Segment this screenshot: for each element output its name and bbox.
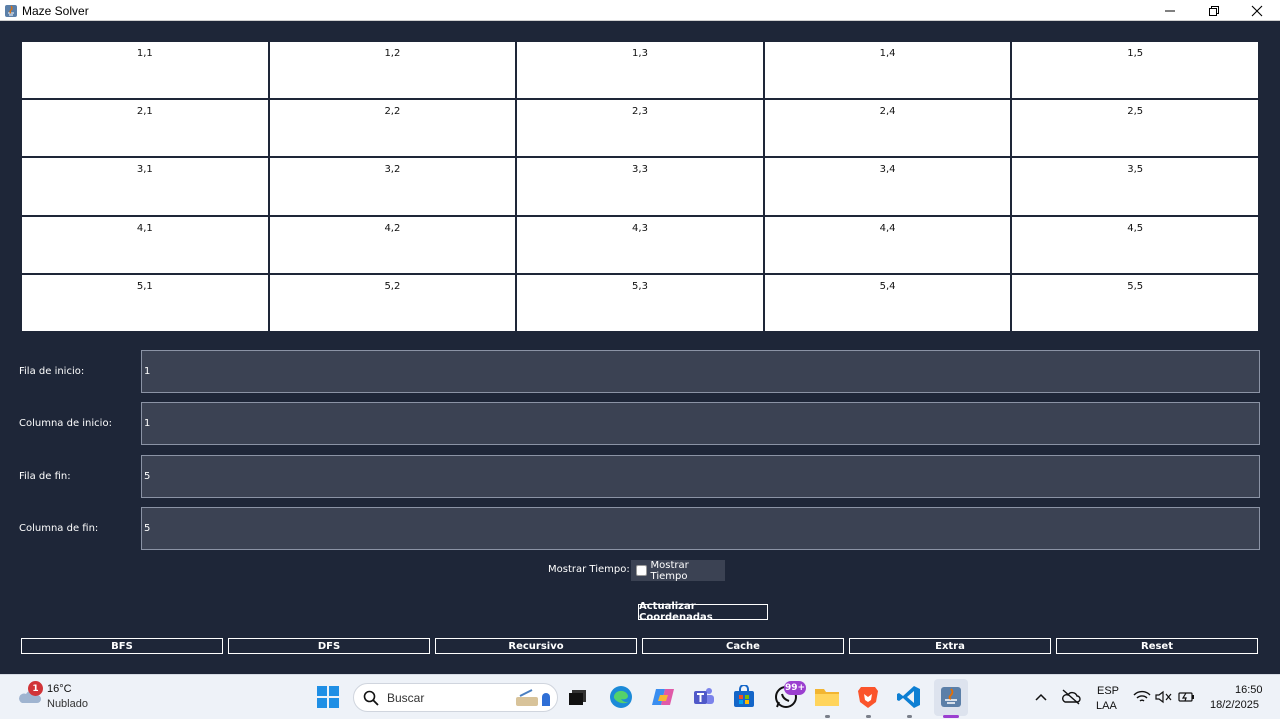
close-button[interactable]	[1235, 0, 1279, 21]
maze-cell[interactable]: 3,3	[517, 158, 763, 215]
maze-cell[interactable]: 2,2	[269, 100, 516, 157]
maze-cell[interactable]: 5,4	[764, 274, 1011, 331]
cache-button[interactable]: Cache	[642, 638, 844, 654]
end-row-row: Fila de fin:	[0, 455, 1280, 499]
show-time-checkbox[interactable]: Mostrar Tiempo	[631, 559, 725, 582]
language-code[interactable]: ESP	[1097, 685, 1119, 697]
maze-cell[interactable]: 4,5	[1012, 216, 1258, 273]
maze-cell[interactable]: 2,3	[517, 100, 763, 157]
show-hidden-icons-chevron-icon[interactable]	[1028, 684, 1054, 710]
maze-grid: 1,1 1,2 1,3 1,4 1,5 2,1 2,2 2,3 2,4 2,5 3,1 3,2 3,3 3…	[21, 41, 1259, 332]
copilot-icon[interactable]	[650, 684, 676, 710]
bfs-button[interactable]: BFS	[21, 638, 223, 654]
end-col-row: Columna de fin:	[0, 507, 1280, 551]
maze-cell[interactable]: 3,2	[269, 158, 516, 215]
edge-browser-icon[interactable]	[608, 684, 634, 710]
end-row-label: Fila de fin:	[19, 471, 71, 482]
java-app-icon	[4, 3, 18, 17]
search-icon	[363, 690, 379, 710]
recursive-button[interactable]: Recursivo	[435, 638, 637, 654]
java-active-indicator	[943, 715, 959, 718]
explorer-running-indicator	[825, 715, 830, 718]
battery-charging-icon[interactable]	[1174, 684, 1200, 710]
maze-cell[interactable]: 1,5	[1012, 42, 1258, 99]
vscode-running-indicator	[907, 715, 912, 718]
timer-row: Mostrar Tiempo: Mostrar Tiempo	[0, 560, 1280, 582]
maze-cell[interactable]: 1,4	[764, 42, 1011, 99]
maze-cell[interactable]: 5,3	[517, 274, 763, 331]
maze-cell[interactable]: 2,4	[764, 100, 1011, 157]
brave-browser-icon[interactable]	[855, 684, 881, 710]
start-row-label: Fila de inicio:	[19, 366, 85, 377]
end-col-input[interactable]	[141, 507, 1260, 550]
reset-button[interactable]: Reset	[1056, 638, 1258, 654]
maze-cell[interactable]: 1,2	[269, 42, 516, 99]
maze-cell[interactable]: 3,4	[764, 158, 1011, 215]
maze-cell[interactable]: 4,2	[269, 216, 516, 273]
taskbar-search[interactable]: Buscar	[353, 683, 558, 712]
windows-start-icon[interactable]	[315, 684, 341, 710]
maze-cell[interactable]: 3,1	[22, 158, 268, 215]
start-row-input[interactable]	[141, 350, 1260, 393]
window-title: Maze Solver	[22, 4, 89, 18]
maze-cell[interactable]: 5,5	[1012, 274, 1258, 331]
taskbar: 1 16°C Nublado Buscar 99+ ESP LAA 16:50 …	[0, 674, 1280, 719]
maze-cell[interactable]: 1,1	[22, 42, 268, 99]
maze-cell[interactable]: 4,1	[22, 216, 268, 273]
maze-cell[interactable]: 5,1	[22, 274, 268, 331]
checkbox-box[interactable]	[636, 565, 647, 576]
maze-cell[interactable]: 4,3	[517, 216, 763, 273]
end-col-label: Columna de fin:	[19, 523, 99, 534]
start-col-row: Columna de inicio:	[0, 402, 1280, 446]
task-view-icon[interactable]	[565, 684, 591, 710]
whatsapp-notification-badge: 99+	[784, 681, 806, 695]
maze-cell[interactable]: 5,2	[269, 274, 516, 331]
start-row-row: Fila de inicio:	[0, 350, 1280, 394]
extra-button[interactable]: Extra	[849, 638, 1051, 654]
timer-label: Mostrar Tiempo:	[548, 564, 630, 575]
brave-running-indicator	[866, 715, 871, 718]
clock-date[interactable]: 18/2/2025	[1210, 699, 1259, 711]
weather-widget[interactable]: 1 16°C Nublado	[16, 681, 126, 715]
window-titlebar: Maze Solver	[0, 0, 1280, 21]
update-coordinates-button[interactable]: Actualizar Coordenadas	[638, 601, 768, 623]
weather-condition: Nublado	[47, 698, 88, 710]
start-col-input[interactable]	[141, 402, 1260, 445]
maze-cell[interactable]: 1,3	[517, 42, 763, 99]
minimize-button[interactable]	[1148, 0, 1192, 21]
show-time-checkbox-label: Mostrar Tiempo	[650, 559, 689, 582]
keyboard-layout[interactable]: LAA	[1096, 700, 1117, 712]
maze-cell[interactable]: 2,1	[22, 100, 268, 157]
clock-time[interactable]: 16:50	[1235, 684, 1263, 696]
search-highlight-icon	[514, 688, 554, 708]
start-col-label: Columna de inicio:	[19, 418, 112, 429]
vscode-icon[interactable]	[896, 684, 922, 710]
maze-cell[interactable]: 4,4	[764, 216, 1011, 273]
maze-cell[interactable]: 3,5	[1012, 158, 1258, 215]
dfs-button[interactable]: DFS	[228, 638, 430, 654]
algorithm-buttons: BFS DFS Recursivo Cache Extra Reset	[0, 638, 1280, 654]
java-app-taskbar-icon[interactable]	[938, 684, 964, 710]
store-icon[interactable]	[731, 684, 757, 710]
file-explorer-icon[interactable]	[814, 684, 840, 710]
end-row-input[interactable]	[141, 455, 1260, 498]
onedrive-offline-icon[interactable]	[1058, 684, 1084, 710]
search-placeholder: Buscar	[387, 691, 425, 705]
teams-icon[interactable]	[691, 684, 717, 710]
maze-cell[interactable]: 2,5	[1012, 100, 1258, 157]
weather-alert-badge: 1	[28, 681, 43, 696]
weather-temp: 16°C	[47, 683, 72, 695]
app-content: 1,1 1,2 1,3 1,4 1,5 2,1 2,2 2,3 2,4 2,5 3,1 3,2 3,3 3…	[0, 22, 1280, 674]
restore-button[interactable]	[1192, 0, 1236, 21]
